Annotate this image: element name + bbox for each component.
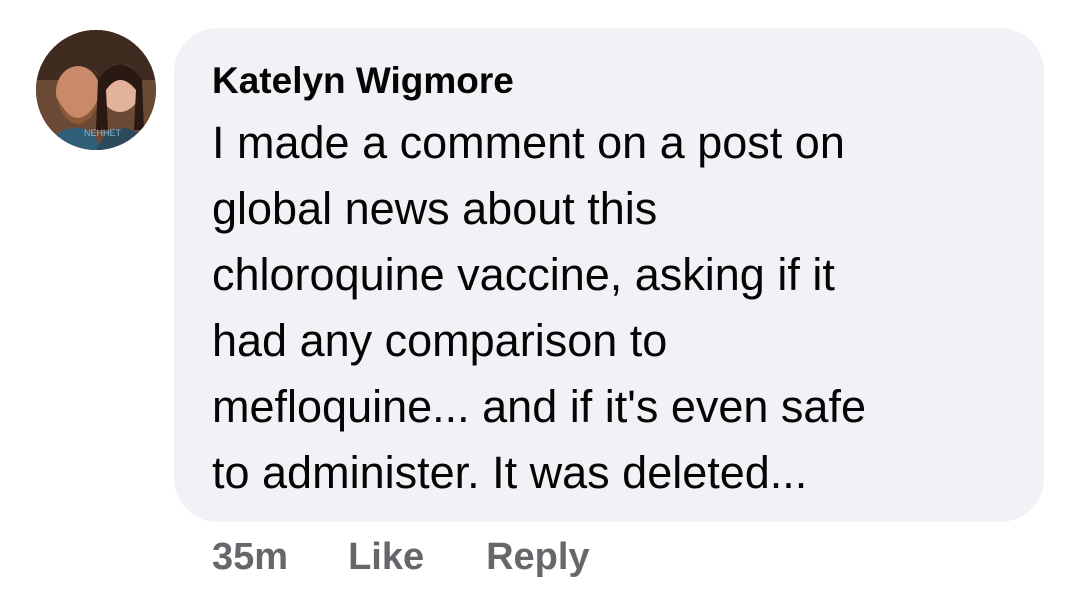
comment-text-line: mefloquine... and if it's even safe — [212, 381, 866, 432]
comment-bubble: Katelyn Wigmore I made a comment on a po… — [174, 28, 1044, 522]
comment-timestamp[interactable]: 35m — [212, 536, 288, 579]
svg-text:NEHHET: NEHHET — [84, 128, 122, 138]
comment-text-line: chloroquine vaccine, asking if it — [212, 249, 835, 300]
like-button[interactable]: Like — [348, 536, 424, 579]
comment-text-line: had any comparison to — [212, 315, 668, 366]
comment-actions: 35m Like Reply — [212, 532, 590, 582]
reply-button[interactable]: Reply — [486, 536, 589, 579]
comment-text-line: I made a comment on a post on — [212, 117, 845, 168]
comment-text-line: global news about this — [212, 183, 658, 234]
avatar[interactable]: NEHHET — [36, 30, 156, 150]
comment-text: I made a comment on a post on global new… — [212, 110, 1006, 506]
comment-author[interactable]: Katelyn Wigmore — [212, 58, 1006, 104]
avatar-photo-icon: NEHHET — [36, 30, 156, 150]
comment-text-line: to administer. It was deleted... — [212, 447, 808, 498]
comment: NEHHET Katelyn Wigmore I made a comment … — [0, 0, 1080, 605]
